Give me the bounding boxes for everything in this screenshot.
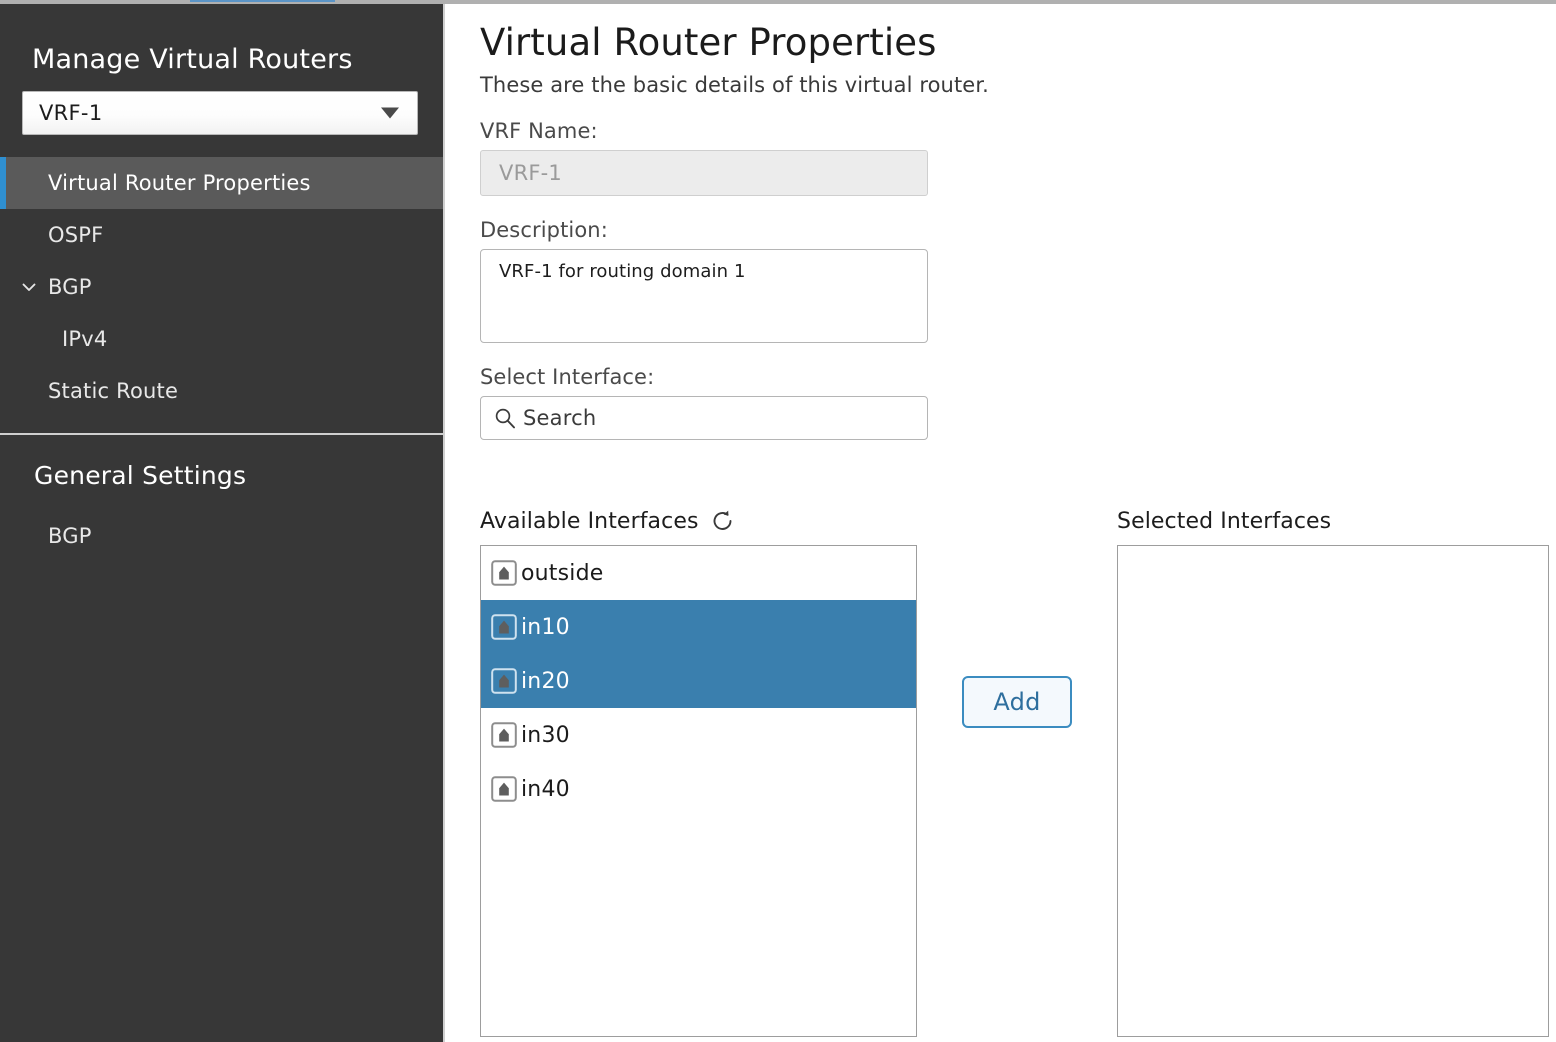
sidebar-item-label: Static Route [48, 379, 179, 403]
sidebar-item-label: Virtual Router Properties [48, 171, 311, 195]
selected-interfaces-header: Selected Interfaces [1117, 504, 1549, 538]
main-content: Virtual Router Properties These are the … [447, 4, 1556, 1042]
sidebar-item-label: IPv4 [62, 327, 108, 351]
chevron-down-icon[interactable] [20, 278, 38, 296]
available-interface-row[interactable]: outside [481, 546, 916, 600]
interface-icon [491, 560, 517, 586]
page-subtitle: These are the basic details of this virt… [480, 72, 989, 97]
virtual-router-configuration-page: Manage Virtual Routers VRF-1 Virtual Rou… [0, 0, 1556, 1042]
chevron-down-icon [381, 107, 399, 119]
interface-icon [491, 776, 517, 802]
tab-accent-indicator [190, 0, 335, 2]
interface-search-field[interactable]: Search [480, 395, 928, 440]
available-interface-row[interactable]: in30 [481, 708, 916, 762]
selected-interfaces-title: Selected Interfaces [1117, 508, 1332, 534]
interface-icon [491, 614, 517, 640]
selected-interfaces-column: Selected Interfaces [1117, 504, 1549, 1037]
interface-name-label: in10 [521, 614, 570, 640]
vrf-name-label: VRF Name: [480, 118, 598, 143]
description-textarea[interactable]: VRF-1 for routing domain 1 [480, 248, 928, 343]
router-select-wrapper: VRF-1 [0, 75, 443, 135]
available-interfaces-listbox[interactable]: outside in10 in20 in30 in40 [480, 545, 917, 1037]
sidebar-item-label: OSPF [48, 223, 104, 247]
description-label: Description: [480, 217, 608, 242]
refresh-icon[interactable] [711, 509, 735, 533]
selected-interfaces-listbox[interactable] [1117, 545, 1549, 1037]
interface-name-label: in20 [521, 668, 570, 694]
available-interfaces-title: Available Interfaces [480, 508, 699, 534]
search-icon [494, 407, 516, 429]
sidebar: Manage Virtual Routers VRF-1 Virtual Rou… [0, 4, 445, 1042]
interface-transfer-section: Available Interfaces outside in10 in20 in30… [480, 504, 1556, 1042]
sidebar-item-label: BGP [48, 524, 92, 548]
vrf-name-input: VRF-1 [480, 149, 928, 196]
available-interfaces-column: Available Interfaces outside in10 in20 in30… [480, 504, 917, 1037]
sidebar-title: Manage Virtual Routers [32, 44, 353, 75]
interface-icon [491, 722, 517, 748]
sidebar-general-settings-list: BGP [0, 512, 443, 560]
sidebar-item-label: BGP [48, 275, 92, 299]
add-button-wrapper: Add [962, 676, 1072, 728]
interface-name-label: in30 [521, 722, 570, 748]
virtual-router-dropdown-value: VRF-1 [39, 101, 103, 125]
interface-search-input-text: Search [523, 405, 597, 430]
sidebar-item-virtual-router-properties[interactable]: Virtual Router Properties [0, 157, 443, 209]
virtual-router-dropdown[interactable]: VRF-1 [22, 91, 418, 135]
available-interface-row[interactable]: in40 [481, 762, 916, 816]
general-settings-item-bgp[interactable]: BGP [0, 512, 443, 560]
select-interface-label: Select Interface: [480, 364, 655, 389]
sidebar-nav-list: Virtual Router Properties OSPF BGP IPv4 Stat… [0, 157, 443, 417]
interface-name-label: in40 [521, 776, 570, 802]
sidebar-item-ospf[interactable]: OSPF [0, 209, 443, 261]
page-title: Virtual Router Properties [480, 21, 937, 64]
sidebar-section-title-general-settings: General Settings [34, 461, 247, 490]
interface-icon [491, 668, 517, 694]
interface-name-label: outside [521, 560, 604, 586]
available-interface-row[interactable]: in10 [481, 600, 916, 654]
add-button[interactable]: Add [962, 676, 1072, 728]
sidebar-item-ipv4[interactable]: IPv4 [0, 313, 443, 365]
sidebar-item-static-route[interactable]: Static Route [0, 365, 443, 417]
sidebar-item-bgp[interactable]: BGP [0, 261, 443, 313]
available-interfaces-header: Available Interfaces [480, 504, 917, 538]
available-interface-row[interactable]: in20 [481, 654, 916, 708]
